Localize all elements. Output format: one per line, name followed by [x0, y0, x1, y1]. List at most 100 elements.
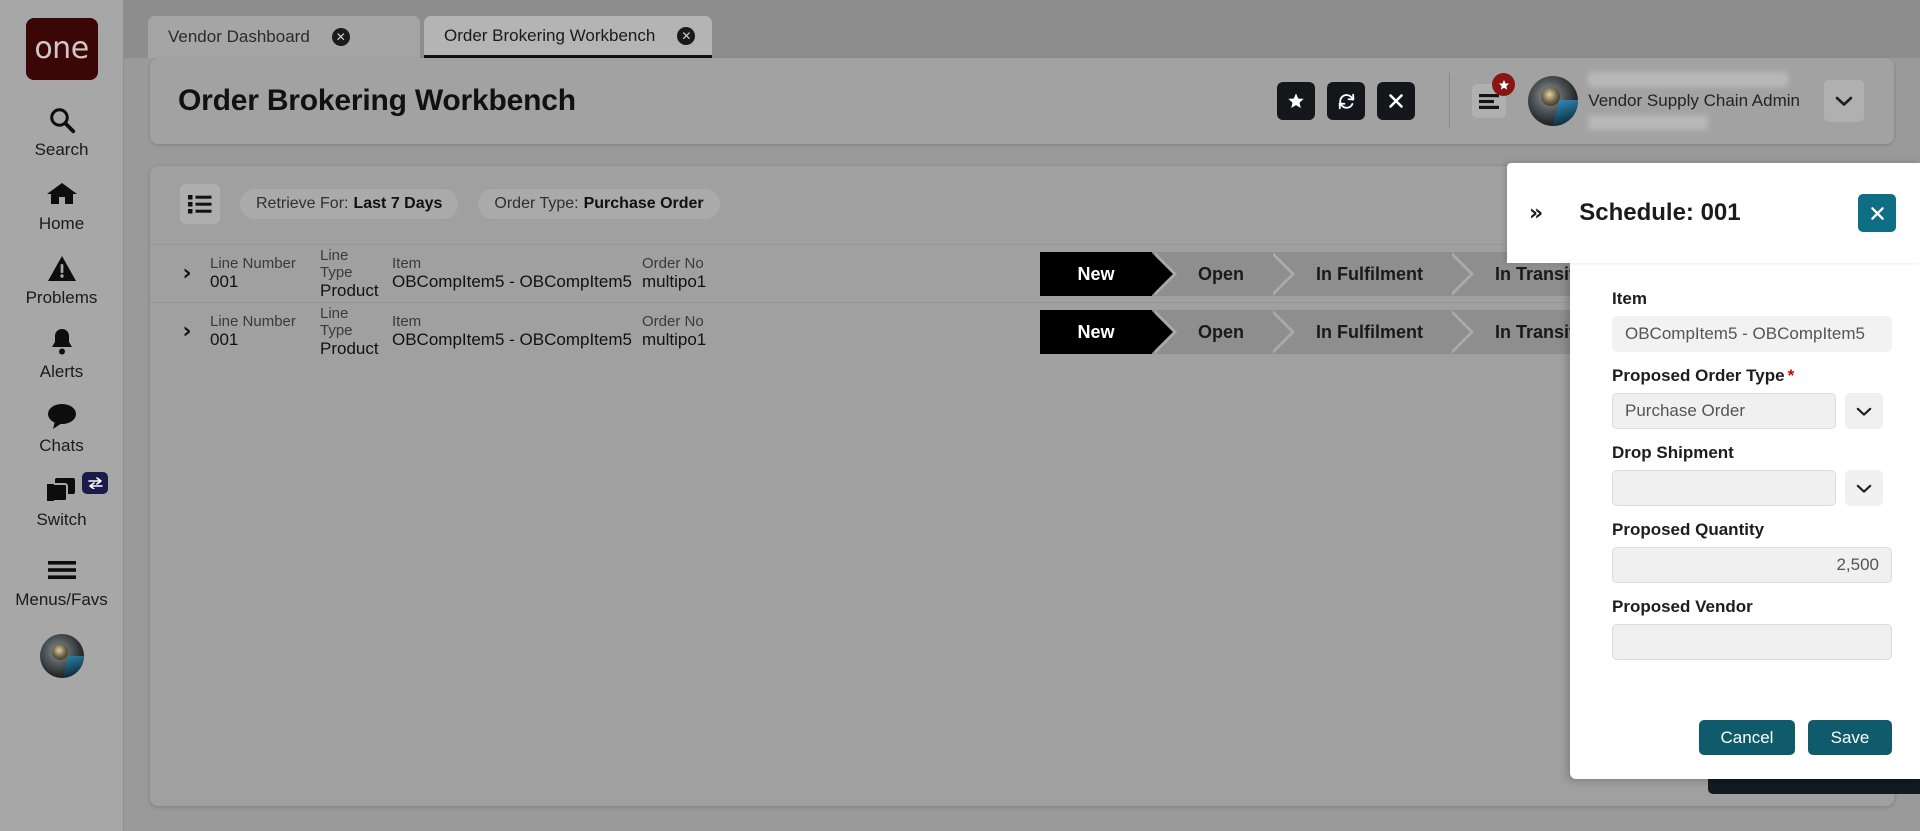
drop-shipment-input[interactable] — [1612, 470, 1836, 506]
close-page-button[interactable] — [1377, 82, 1416, 120]
sidebar-label-search: Search — [34, 140, 89, 159]
field-proposed-vendor: Proposed Vendor — [1612, 597, 1892, 660]
field-label-proposed-quantity: Proposed Quantity — [1612, 520, 1765, 539]
sidebar-item-menus-favs[interactable]: Menus/Favs — [0, 552, 123, 610]
user-org-redacted — [1588, 115, 1709, 130]
status-step-label: In Fulfilment — [1316, 321, 1424, 342]
sidebar-item-home[interactable]: Home — [0, 176, 123, 234]
cell-value: Product — [320, 338, 379, 358]
cell-value: 001 — [210, 330, 239, 349]
chip-order-type-value: Purchase Order — [583, 195, 704, 212]
home-icon — [46, 176, 78, 212]
star-badge-icon — [1492, 73, 1516, 96]
cell-value: multipo1 — [642, 330, 707, 349]
drop-shipment-dropdown-button[interactable] — [1845, 470, 1883, 506]
status-step-label: In Transit — [1495, 263, 1576, 284]
cell-label: Item — [392, 255, 422, 272]
cell-label: Line Type — [320, 246, 353, 281]
status-step-new[interactable]: New — [1040, 252, 1177, 296]
bell-icon — [48, 324, 76, 360]
required-marker: * — [1787, 366, 1795, 385]
search-icon — [47, 102, 77, 138]
one-logo-text: one — [34, 31, 89, 66]
chip-order-type[interactable]: Order Type: Purchase Order — [478, 189, 720, 219]
tab-vendor-dashboard[interactable]: Vendor Dashboard ✕ — [148, 16, 420, 58]
chip-retrieve-for-value: Last 7 Days — [353, 195, 443, 212]
sidebar-label-alerts: Alerts — [39, 362, 84, 381]
status-step-new[interactable]: New — [1040, 310, 1177, 354]
refresh-icon — [1338, 93, 1355, 109]
refresh-button[interactable] — [1327, 82, 1366, 120]
close-x-icon[interactable] — [1858, 194, 1896, 232]
item-input[interactable]: OBCompItem5 - OBCompItem5 — [1612, 316, 1892, 352]
close-circle-icon[interactable]: ✕ — [677, 26, 696, 45]
proposed-vendor-input[interactable] — [1612, 624, 1892, 660]
status-step-label: Open — [1198, 321, 1245, 342]
user-menu-button[interactable] — [1824, 80, 1864, 122]
cell-label: Order No — [642, 255, 704, 272]
cell-value: multipo1 — [642, 272, 707, 291]
tab-order-brokering-workbench[interactable]: Order Brokering Workbench ✕ — [424, 16, 712, 58]
cell-item: Item OBCompItem5 - OBCompItem5 — [392, 255, 642, 292]
cell-value: OBCompItem5 - OBCompItem5 — [392, 272, 632, 291]
chevron-right-icon[interactable]: › — [164, 319, 210, 344]
sidebar-item-problems[interactable]: Problems — [0, 250, 123, 308]
header-menu-button[interactable] — [1472, 73, 1516, 118]
field-proposed-quantity: Proposed Quantity 2,500 — [1612, 520, 1892, 583]
sidebar-item-chats[interactable]: Chats — [0, 398, 123, 456]
field-label-proposed-vendor: Proposed Vendor — [1612, 597, 1753, 616]
chip-retrieve-for-label: Retrieve For: — [256, 195, 349, 212]
proposed-order-type-dropdown-button[interactable] — [1845, 393, 1883, 429]
schedule-panel-header: » Schedule: 001 — [1507, 163, 1920, 263]
header-divider — [1449, 73, 1451, 129]
status-step-in-fulfilment[interactable]: In Fulfilment — [1270, 310, 1475, 354]
field-proposed-order-type: Proposed Order Type * Purchase Order — [1612, 366, 1892, 429]
proposed-quantity-input[interactable]: 2,500 — [1612, 547, 1892, 583]
proposed-order-type-input[interactable]: Purchase Order — [1612, 393, 1836, 429]
list-view-icon[interactable] — [180, 184, 220, 224]
sidebar-item-switch[interactable]: Switch — [0, 472, 123, 530]
chevron-right-icon[interactable]: › — [164, 261, 210, 286]
favorite-button[interactable] — [1277, 82, 1316, 120]
cell-label: Item — [392, 313, 422, 330]
schedule-panel-footer: Cancel Save — [1699, 720, 1892, 755]
swap-arrows-icon[interactable] — [82, 472, 108, 494]
chip-retrieve-for[interactable]: Retrieve For: Last 7 Days — [240, 189, 459, 219]
header-actions: Vendor Supply Chain Admin — [1265, 70, 1894, 132]
sidebar-avatar[interactable] — [39, 634, 84, 678]
hamburger-icon — [46, 552, 78, 588]
close-circle-icon[interactable]: ✕ — [331, 28, 350, 46]
cancel-button[interactable]: Cancel — [1699, 720, 1795, 755]
cell-line-type: Line Type Product — [320, 305, 379, 359]
page-header: Order Brokering Workbench Vendor Supply … — [150, 58, 1894, 144]
chevron-down-icon — [1856, 407, 1872, 416]
application-window: one Search Home Problems Alerts Chats Sw… — [0, 0, 1920, 831]
one-logo[interactable]: one — [25, 18, 98, 80]
double-chevron-right-icon[interactable]: » — [1529, 201, 1543, 226]
tab-label-vendor-dashboard: Vendor Dashboard — [168, 27, 310, 46]
chevron-down-icon — [1835, 96, 1853, 106]
schedule-panel-body: Item OBCompItem5 - OBCompItem5 Proposed … — [1570, 263, 1920, 779]
status-step-label: New — [1077, 263, 1115, 284]
status-step-label: In Fulfilment — [1316, 263, 1424, 284]
cell-value: Product — [320, 280, 379, 300]
save-button[interactable]: Save — [1808, 720, 1892, 755]
cell-order-no: Order No multipo1 — [642, 255, 782, 292]
field-row — [1612, 470, 1892, 506]
label-text: Proposed Order Type — [1612, 366, 1785, 385]
user-name-redacted — [1588, 72, 1789, 87]
tab-label-order-brokering-workbench: Order Brokering Workbench — [444, 25, 656, 45]
field-label-item: Item — [1612, 289, 1647, 308]
page-title: Order Brokering Workbench — [178, 84, 576, 117]
sidebar-label-menus-favs: Menus/Favs — [15, 590, 108, 609]
sidebar-item-alerts[interactable]: Alerts — [0, 324, 123, 382]
sidebar-label-home: Home — [38, 214, 85, 233]
status-step-label: Open — [1198, 263, 1245, 284]
status-step-in-fulfilment[interactable]: In Fulfilment — [1270, 252, 1475, 296]
status-step-label: New — [1077, 321, 1115, 342]
chip-order-type-label: Order Type: — [494, 195, 579, 212]
cell-line-number: Line Number 001 — [210, 313, 320, 350]
sidebar-item-search[interactable]: Search — [0, 102, 123, 160]
avatar[interactable] — [1528, 76, 1579, 126]
cell-label: Line Number — [210, 255, 296, 272]
